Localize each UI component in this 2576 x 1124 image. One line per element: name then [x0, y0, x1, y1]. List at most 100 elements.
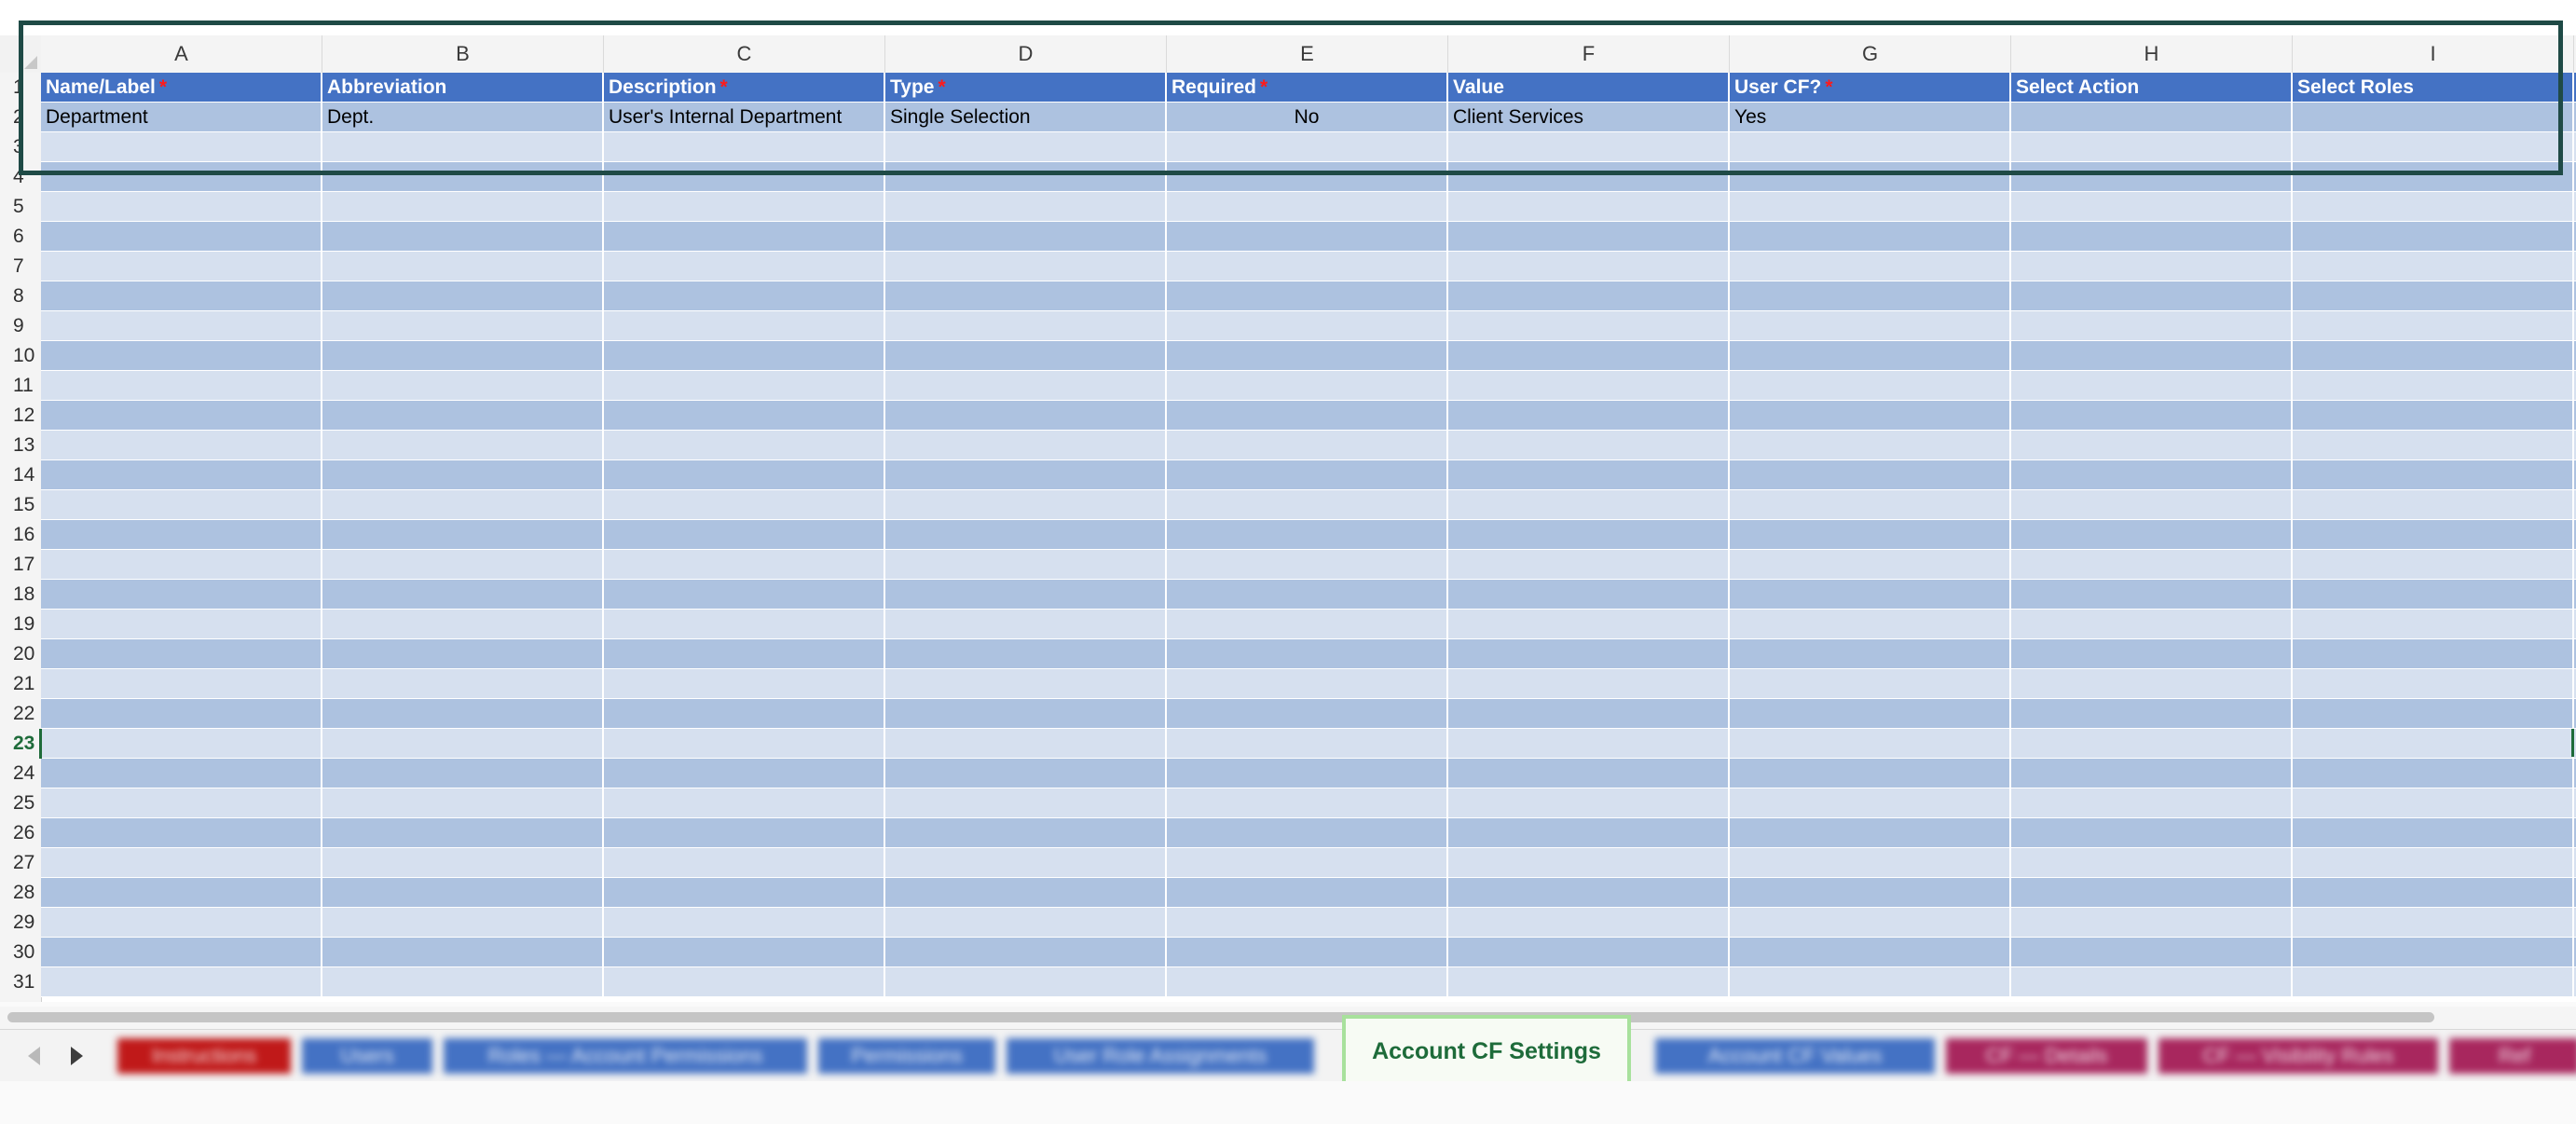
table-cell[interactable] [2293, 490, 2574, 519]
table-cell[interactable]: Single Selection [885, 103, 1167, 131]
row-header[interactable]: 20 [0, 639, 41, 669]
table-cell[interactable] [1448, 401, 1730, 430]
select-all-corner[interactable] [0, 35, 41, 73]
table-cell[interactable] [885, 669, 1167, 698]
table-cell[interactable] [1448, 848, 1730, 877]
column-header-a[interactable]: A [41, 35, 322, 73]
sheet-tab-cf-visibility-rules[interactable]: CF — Visibility Rules [2158, 1038, 2438, 1074]
table-cell[interactable] [1167, 222, 1448, 251]
row-header[interactable]: 11 [0, 371, 41, 401]
table-cell[interactable] [1448, 610, 1730, 638]
table-cell[interactable] [2011, 729, 2293, 758]
table-cell[interactable] [322, 192, 604, 221]
table-cell[interactable] [1730, 729, 2011, 758]
table-cell[interactable] [41, 699, 322, 728]
table-cell[interactable] [322, 550, 604, 579]
table-cell[interactable] [2011, 431, 2293, 459]
table-cell[interactable] [885, 908, 1167, 937]
table-cell[interactable] [885, 550, 1167, 579]
table-cell[interactable] [885, 490, 1167, 519]
table-cell[interactable] [604, 610, 885, 638]
table-cell[interactable] [322, 580, 604, 609]
table-cell[interactable] [41, 788, 322, 817]
table-cell[interactable] [2011, 848, 2293, 877]
table-cell[interactable] [2011, 938, 2293, 966]
header-cell-b[interactable]: Abbreviation [322, 73, 604, 102]
table-cell[interactable]: Yes [1730, 103, 2011, 131]
table-cell[interactable] [41, 132, 322, 161]
table-cell[interactable] [41, 222, 322, 251]
table-cell[interactable] [1167, 311, 1448, 340]
table-cell[interactable] [1448, 460, 1730, 489]
column-header-h[interactable]: H [2011, 35, 2293, 73]
table-cell[interactable] [2293, 729, 2574, 758]
sheet-tab-user-role-assignments[interactable]: User Role Assignments [1007, 1038, 1314, 1074]
table-cell[interactable] [1448, 311, 1730, 340]
table-cell[interactable] [1448, 490, 1730, 519]
header-cell-e[interactable]: Required * [1167, 73, 1448, 102]
column-header-i[interactable]: I [2293, 35, 2574, 73]
table-cell[interactable] [2293, 908, 2574, 937]
table-cell[interactable] [1730, 788, 2011, 817]
table-cell[interactable] [1448, 878, 1730, 907]
header-cell-h[interactable]: Select Action [2011, 73, 2293, 102]
table-cell[interactable] [1730, 401, 2011, 430]
table-cell[interactable] [2293, 938, 2574, 966]
sheet-tab-cf-details[interactable]: CF — Details [1946, 1038, 2147, 1074]
row-header[interactable]: 18 [0, 580, 41, 610]
table-cell[interactable] [1448, 818, 1730, 847]
table-cell[interactable]: User's Internal Department [604, 103, 885, 131]
table-cell[interactable] [2293, 371, 2574, 400]
table-cell[interactable] [322, 818, 604, 847]
row-header[interactable]: 9 [0, 311, 41, 341]
table-cell[interactable] [2011, 401, 2293, 430]
table-cell[interactable] [604, 550, 885, 579]
sheet-tab-ref[interactable]: Ref [2449, 1038, 2576, 1074]
header-cell-c[interactable]: Description * [604, 73, 885, 102]
table-cell[interactable] [2293, 281, 2574, 310]
table-cell[interactable] [2293, 460, 2574, 489]
table-cell[interactable] [322, 878, 604, 907]
table-cell[interactable] [1167, 281, 1448, 310]
table-cell[interactable] [1730, 550, 2011, 579]
table-cell[interactable] [604, 162, 885, 191]
table-cell[interactable] [885, 610, 1167, 638]
table-cell[interactable] [322, 639, 604, 668]
table-cell[interactable] [885, 580, 1167, 609]
table-cell[interactable] [1730, 341, 2011, 370]
table-cell[interactable] [1167, 610, 1448, 638]
row-header[interactable]: 25 [0, 788, 41, 818]
table-cell[interactable] [885, 848, 1167, 877]
table-cell[interactable] [604, 252, 885, 281]
table-cell[interactable] [41, 759, 322, 788]
table-cell[interactable] [322, 431, 604, 459]
table-cell[interactable] [322, 848, 604, 877]
table-cell[interactable] [41, 938, 322, 966]
table-cell[interactable] [2011, 759, 2293, 788]
table-cell[interactable] [2011, 132, 2293, 161]
table-cell[interactable] [1730, 371, 2011, 400]
table-cell[interactable] [604, 311, 885, 340]
table-cell[interactable] [1730, 878, 2011, 907]
table-cell[interactable] [2011, 341, 2293, 370]
table-cell[interactable] [604, 460, 885, 489]
table-cell[interactable] [1730, 699, 2011, 728]
table-cell[interactable] [322, 371, 604, 400]
table-cell[interactable] [322, 669, 604, 698]
table-cell[interactable] [2011, 699, 2293, 728]
table-cell[interactable] [2011, 967, 2293, 996]
row-header[interactable]: 23 [0, 729, 41, 759]
table-cell[interactable] [1167, 938, 1448, 966]
table-cell[interactable] [41, 669, 322, 698]
table-cell[interactable] [41, 967, 322, 996]
header-cell-i[interactable]: Select Roles [2293, 73, 2574, 102]
table-cell[interactable] [41, 401, 322, 430]
sheet-tab-permissions[interactable]: Permissions [818, 1038, 995, 1074]
table-cell[interactable] [1167, 759, 1448, 788]
table-cell[interactable] [41, 281, 322, 310]
table-cell[interactable] [604, 788, 885, 817]
scroll-left-icon[interactable] [21, 1043, 47, 1069]
table-cell[interactable]: Client Services [1448, 103, 1730, 131]
table-cell[interactable] [1448, 967, 1730, 996]
table-cell[interactable] [2293, 252, 2574, 281]
